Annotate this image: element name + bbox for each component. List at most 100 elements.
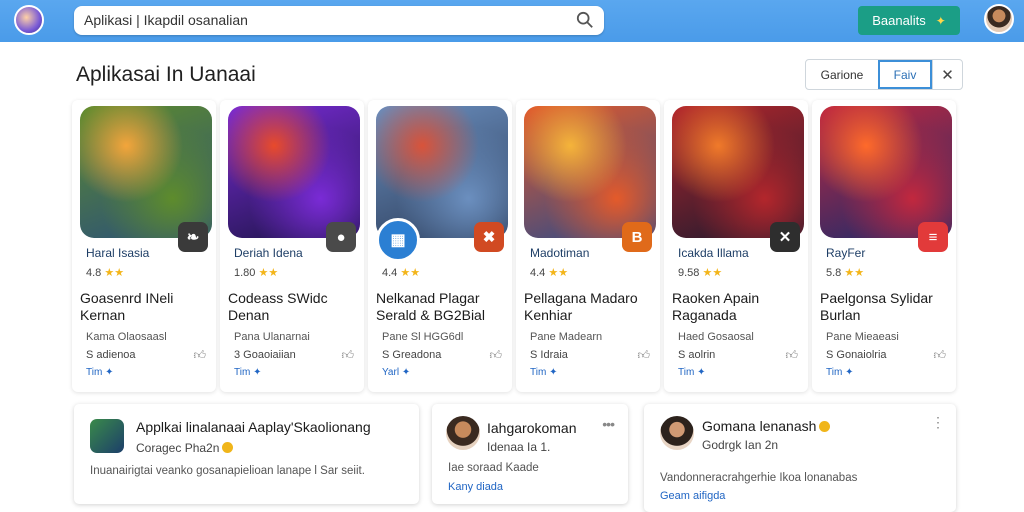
app-thumbnail: [90, 419, 124, 453]
sparkle-icon: ✦: [845, 367, 854, 378]
rating-value: 4.4: [382, 267, 398, 279]
app-link[interactable]: Tim ✦: [86, 367, 113, 378]
review-link[interactable]: Kany diada: [448, 481, 503, 493]
app-publisher: Deriah Idena: [234, 246, 303, 260]
review-subtitle: Idenaa Ia 1.: [487, 440, 551, 454]
star-icon: ★★: [104, 267, 125, 279]
search-input[interactable]: Aplikasi | Ikapdil osanalian: [84, 12, 248, 28]
review-title-row: Gomana lenanash: [702, 418, 831, 434]
app-title[interactable]: Pellagana Madaro Kenhiar: [524, 290, 660, 324]
app-publisher: Madotiman: [530, 246, 590, 260]
app-card[interactable]: ● Deriah Idena 1.80 ★★ Codeass SWidc Denan P…: [220, 100, 364, 392]
app-subtitle: Pane Sl HGG6dl: [382, 331, 464, 343]
app-rating: 1.80 ★★: [234, 266, 278, 279]
thumbs-up-icon[interactable]: 👍︎: [785, 348, 798, 363]
app-rating: 4.4 ★★: [530, 266, 568, 279]
more-icon[interactable]: •••: [602, 416, 615, 432]
sparkle-icon: ✦: [935, 13, 946, 28]
app-subtitle: Haed Gosaosal: [678, 331, 754, 343]
review-title: Iahgarokoman: [487, 420, 577, 436]
sparkle-icon: ✦: [105, 367, 114, 378]
rating-value: 4.8: [86, 267, 102, 279]
review-card-3[interactable]: Gomana lenanash ⋮ Godrgk Ian 2n Vandonne…: [644, 404, 956, 512]
app-link-label: Tim: [86, 367, 103, 378]
app-publisher: Icakda Illama: [678, 246, 749, 260]
verified-icon: [222, 442, 234, 453]
thumbs-up-icon[interactable]: 👍︎: [637, 348, 650, 363]
app-subtitle: Pane Madearn: [530, 331, 603, 343]
app-title[interactable]: Goasenrd INeli Kernan: [80, 290, 216, 324]
app-rating: 4.4 ★★: [382, 266, 420, 279]
top-action-label: Baanalits: [872, 13, 926, 28]
app-meta: 3 Goaoiaiian: [234, 349, 296, 361]
verified-icon: [819, 421, 831, 432]
app-logo-icon: ▦: [376, 218, 420, 262]
app-subtitle: Kama Olaosaasl: [86, 331, 167, 343]
app-meta: S Greadona: [382, 349, 442, 361]
app-card[interactable]: B Madotiman 4.4 ★★ Pellagana Madaro Kenhiar…: [516, 100, 660, 392]
review-subtitle-row: Coragec Pha2n: [136, 441, 234, 455]
star-icon: ★★: [258, 267, 279, 279]
app-link[interactable]: Tim ✦: [530, 367, 557, 378]
search-box[interactable]: Aplikasi | Ikapdil osanalian: [74, 6, 604, 35]
app-link[interactable]: Tim ✦: [826, 367, 853, 378]
thumbs-up-icon[interactable]: 👍︎: [193, 348, 206, 363]
app-link-label: Tim: [826, 367, 843, 378]
sparkle-icon: ✦: [253, 367, 262, 378]
app-artwork[interactable]: [820, 106, 952, 238]
app-link-label: Tim: [678, 367, 695, 378]
app-card[interactable]: ✕ Icakda Illama 9.58 ★★ Raoken Apain Ragana…: [664, 100, 808, 392]
thumbs-up-icon[interactable]: 👍︎: [489, 348, 502, 363]
app-card[interactable]: ≡ RayFer 5.8 ★★ Paelgonsa Sylidar Burlan Pan…: [812, 100, 956, 392]
star-icon: ★★: [400, 267, 421, 279]
app-link[interactable]: Tim ✦: [234, 367, 261, 378]
review-card-1[interactable]: Applkai linalanaai Aaplay'Skaolionang Co…: [74, 404, 419, 504]
rating-value: 9.58: [678, 267, 700, 279]
app-link[interactable]: Yarl ✦: [382, 367, 410, 378]
app-title[interactable]: Paelgonsa Sylidar Burlan: [820, 290, 956, 324]
reviewer-avatar: [660, 416, 694, 450]
filter-tab-2[interactable]: Faiv: [878, 60, 932, 89]
app-link-label: Yarl: [382, 367, 400, 378]
app-logo[interactable]: [14, 5, 44, 35]
app-card[interactable]: ❧ Haral Isasia 4.8 ★★ Goasenrd INeli Kernan…: [72, 100, 216, 392]
app-title[interactable]: Raoken Apain Raganada: [672, 290, 808, 324]
app-rating: 5.8 ★★: [826, 266, 864, 279]
app-artwork[interactable]: [80, 106, 212, 238]
reviewer-avatar: [446, 416, 480, 450]
bookmark-icon: B: [622, 222, 652, 252]
app-artwork[interactable]: [228, 106, 360, 238]
review-link[interactable]: Geam aifigda: [660, 490, 725, 502]
search-icon[interactable]: [576, 11, 594, 29]
top-bar: Aplikasi | Ikapdil osanalian Baanalits ✦: [0, 0, 1024, 42]
filter-tab-1[interactable]: Garione: [806, 60, 878, 89]
review-card-2[interactable]: Iahgarokoman ••• Idenaa Ia 1. Iae soraad…: [432, 404, 628, 504]
thumbs-up-icon[interactable]: 👍︎: [933, 348, 946, 363]
app-meta: S aolrin: [678, 349, 716, 361]
sparkle-icon: ✦: [401, 367, 411, 378]
rating-value: 5.8: [826, 267, 842, 279]
app-rating: 4.8 ★★: [86, 266, 124, 279]
app-publisher: RayFer: [826, 246, 866, 260]
sparkle-icon: ✦: [697, 367, 706, 378]
app-meta: S Idraia: [530, 349, 568, 361]
app-title[interactable]: Codeass SWidc Denan: [228, 290, 364, 324]
review-body: Iae soraad Kaade: [448, 462, 539, 474]
app-artwork[interactable]: [524, 106, 656, 238]
app-link[interactable]: Tim ✦: [678, 367, 705, 378]
top-action-button[interactable]: Baanalits ✦: [858, 6, 960, 35]
review-subtitle: Coragec Pha2n: [136, 441, 220, 455]
app-publisher: Haral Isasia: [86, 246, 150, 260]
more-icon[interactable]: ⋮: [931, 414, 945, 431]
app-artwork[interactable]: [672, 106, 804, 238]
app-card[interactable]: ▦ ✖ 4.4 ★★ Nelkanad Plagar Serald & BG2Bial…: [368, 100, 512, 392]
thumbs-up-icon[interactable]: 👍︎: [341, 348, 354, 363]
chat-icon: ●: [326, 222, 356, 252]
app-link-label: Tim: [234, 367, 251, 378]
grid-icon: ✖: [474, 222, 504, 252]
user-avatar[interactable]: [984, 4, 1014, 34]
cross-icon: ✕: [770, 222, 800, 252]
close-icon[interactable]: ✕: [932, 60, 962, 89]
app-title[interactable]: Nelkanad Plagar Serald & BG2Bial: [376, 290, 512, 324]
app-rating: 9.58 ★★: [678, 266, 722, 279]
